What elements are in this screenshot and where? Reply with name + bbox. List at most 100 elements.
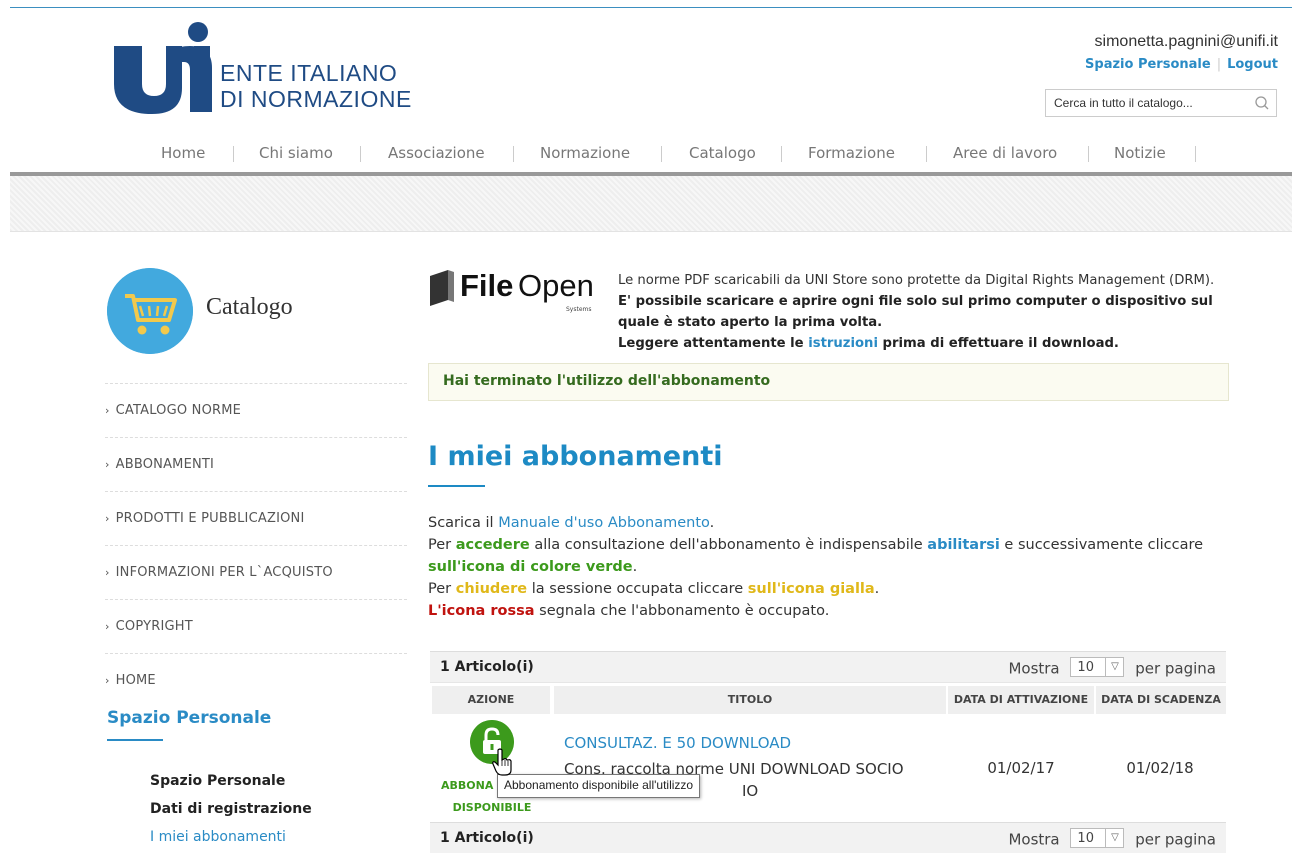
sidebar-item-copyright[interactable]: › COPYRIGHT bbox=[105, 599, 407, 653]
instr-text: Scarica il bbox=[428, 515, 499, 531]
top-rule bbox=[10, 7, 1292, 8]
instructions-link[interactable]: istruzioni bbox=[808, 336, 878, 351]
instr-text: . bbox=[632, 559, 638, 575]
nav-separator bbox=[233, 146, 234, 162]
chevron-right-icon: › bbox=[105, 566, 110, 579]
chevron-right-icon: › bbox=[105, 620, 110, 633]
instr-text: . bbox=[709, 515, 715, 531]
action-label-2: DISPONIBILE bbox=[452, 801, 532, 814]
tooltip: Abbonamento disponibile all'utilizzo bbox=[497, 774, 701, 798]
instr-highlight-blue: abilitarsi bbox=[927, 537, 1000, 553]
show-label: Mostra bbox=[1008, 830, 1060, 849]
col-data-scadenza: DATA DI SCADENZA bbox=[1096, 686, 1226, 714]
nav-catalogo[interactable]: Catalogo bbox=[689, 144, 756, 162]
nav-separator bbox=[1195, 146, 1196, 162]
instr-text: la sessione occupata cliccare bbox=[527, 581, 748, 597]
chevron-down-icon: ▽ bbox=[1105, 658, 1123, 676]
personal-area-links: Spazio Personale Dati di registrazione I… bbox=[150, 767, 312, 851]
item-count: 1 Articolo(i) bbox=[440, 830, 534, 846]
fileopen-brand-bold: File bbox=[460, 268, 514, 303]
link-separator: | bbox=[1216, 57, 1222, 72]
subscription-ended-notice: Hai terminato l'utilizzo dell'abbonament… bbox=[428, 363, 1229, 401]
personal-link-spazio[interactable]: Spazio Personale bbox=[150, 767, 312, 795]
instr-text: segnala che l'abbonamento è occupato. bbox=[534, 603, 830, 619]
chevron-right-icon: › bbox=[105, 404, 110, 417]
drm-line3-a: Leggere attentamente le bbox=[618, 336, 809, 351]
per-page-select[interactable]: 10 ▽ bbox=[1070, 657, 1125, 677]
nav-home[interactable]: Home bbox=[161, 144, 205, 162]
fileopen-logo: File Open Systems bbox=[430, 268, 602, 316]
personal-area-link[interactable]: Spazio Personale bbox=[1085, 57, 1211, 72]
logout-link[interactable]: Logout bbox=[1227, 57, 1278, 72]
nav-separator bbox=[661, 146, 662, 162]
page-title: I miei abbonamenti bbox=[428, 441, 723, 472]
sidebar-title: Catalogo bbox=[206, 294, 293, 320]
nav-separator bbox=[1088, 146, 1089, 162]
nav-formazione[interactable]: Formazione bbox=[808, 144, 895, 162]
table-row: ABBONA DISPONIBILE CONSULTAZ. E 50 DOWNL… bbox=[430, 714, 1226, 820]
fileopen-brand-light: Open bbox=[518, 268, 594, 303]
col-data-attivazione: DATA DI ATTIVAZIONE bbox=[948, 686, 1094, 714]
chevron-right-icon: › bbox=[105, 458, 110, 471]
nav-notizie[interactable]: Notizie bbox=[1114, 144, 1166, 162]
instr-highlight-yellow: sull'icona gialla bbox=[747, 581, 875, 597]
drm-line2: E' possibile scaricare e aprire ogni fil… bbox=[618, 294, 1213, 330]
personal-link-dati[interactable]: Dati di registrazione bbox=[150, 795, 312, 823]
cart-icon bbox=[107, 268, 193, 354]
nav-separator bbox=[926, 146, 927, 162]
sidebar-item-catalogo-norme[interactable]: › CATALOGO NORME bbox=[105, 383, 407, 437]
sidebar-item-abbonamenti[interactable]: › ABBONAMENTI bbox=[105, 437, 407, 491]
expiry-date: 01/02/18 bbox=[1126, 759, 1194, 777]
title-underline bbox=[107, 739, 163, 741]
drm-line1: Le norme PDF scaricabili da UNI Store so… bbox=[618, 273, 1215, 288]
logo-wordmark: ENTE ITALIANO DI NORMAZIONE bbox=[220, 60, 412, 112]
nav-associazione[interactable]: Associazione bbox=[388, 144, 485, 162]
search-input[interactable] bbox=[1046, 90, 1246, 116]
instr-highlight-yellow: chiudere bbox=[455, 581, 528, 597]
per-page-control: Mostra 10 ▽ per pagina bbox=[1008, 657, 1216, 679]
manual-link[interactable]: Manuale d'uso Abbonamento bbox=[498, 515, 709, 531]
sidebar-item-prodotti[interactable]: › PRODOTTI E PUBBLICAZIONI bbox=[105, 491, 407, 545]
instr-highlight-green: accedere bbox=[455, 537, 530, 553]
search-box bbox=[1045, 89, 1277, 117]
instructions: Scarica il Manuale d'uso Abbonamento. Pe… bbox=[428, 512, 1228, 622]
chevron-down-icon: ▽ bbox=[1105, 829, 1123, 847]
title-underline bbox=[428, 485, 485, 487]
nav-chi-siamo[interactable]: Chi siamo bbox=[259, 144, 333, 162]
hand-cursor-icon bbox=[492, 748, 512, 776]
col-titolo: TITOLO bbox=[554, 686, 946, 714]
sidebar-menu: › CATALOGO NORME › ABBONAMENTI › PRODOTTI E… bbox=[105, 383, 407, 707]
sidebar-item-informazioni[interactable]: › INFORMAZIONI PER L`ACQUISTO bbox=[105, 545, 407, 599]
main-nav: Home Chi siamo Associazione Normazione C… bbox=[0, 144, 1292, 166]
chevron-right-icon: › bbox=[105, 512, 110, 525]
item-count: 1 Articolo(i) bbox=[440, 659, 534, 675]
sidebar-item-label: INFORMAZIONI PER L`ACQUISTO bbox=[115, 565, 333, 580]
nav-normazione[interactable]: Normazione bbox=[540, 144, 630, 162]
pager-bottom: 1 Articolo(i) Mostra 10 ▽ per pagina bbox=[430, 822, 1226, 853]
sidebar-item-label: COPYRIGHT bbox=[115, 619, 193, 634]
sidebar-item-home[interactable]: › HOME bbox=[105, 653, 407, 707]
fileopen-brand-sub: Systems bbox=[566, 306, 592, 313]
per-page-control: Mostra 10 ▽ per pagina bbox=[1008, 828, 1216, 850]
personal-link-abbonamenti[interactable]: I miei abbonamenti bbox=[150, 823, 312, 851]
col-azione: AZIONE bbox=[432, 686, 550, 714]
instr-text: Per bbox=[428, 537, 456, 553]
nav-separator bbox=[360, 146, 361, 162]
personal-area-title: Spazio Personale bbox=[107, 708, 272, 728]
sidebar-item-label: PRODOTTI E PUBBLICAZIONI bbox=[115, 511, 305, 526]
per-page-label: per pagina bbox=[1135, 659, 1216, 678]
instr-text: . bbox=[874, 581, 880, 597]
show-label: Mostra bbox=[1008, 659, 1060, 678]
pager-top: 1 Articolo(i) Mostra 10 ▽ per pagina bbox=[430, 651, 1226, 683]
search-icon[interactable] bbox=[1254, 95, 1270, 111]
nav-separator bbox=[781, 146, 782, 162]
subscription-title-link[interactable]: CONSULTAZ. E 50 DOWNLOAD bbox=[564, 734, 791, 752]
logo-line1: ENTE ITALIANO bbox=[220, 60, 398, 86]
drm-line3-b: prima di effettuare il download. bbox=[877, 336, 1119, 351]
nav-aree-di-lavoro[interactable]: Aree di lavoro bbox=[953, 144, 1057, 162]
per-page-value: 10 bbox=[1077, 831, 1094, 846]
table-header: AZIONE TITOLO DATA DI ATTIVAZIONE DATA D… bbox=[430, 686, 1226, 714]
per-page-select[interactable]: 10 ▽ bbox=[1070, 828, 1125, 848]
fileopen-book-icon bbox=[430, 270, 454, 306]
instr-text: e successivamente cliccare bbox=[999, 537, 1204, 553]
